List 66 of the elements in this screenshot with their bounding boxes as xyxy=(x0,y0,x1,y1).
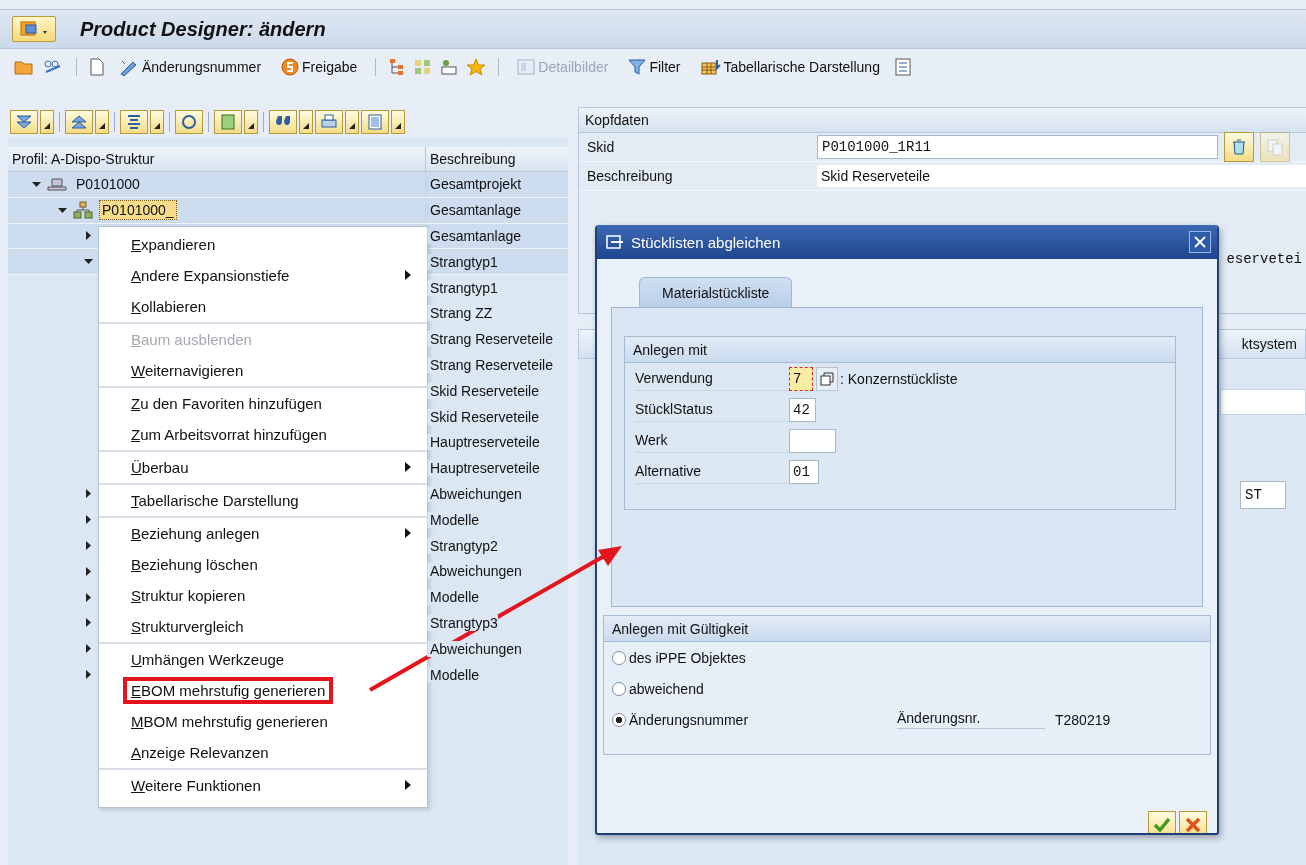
menu-item[interactable]: Weiternavigieren xyxy=(99,355,427,386)
toolbar-button[interactable]: Änderungsnummer xyxy=(113,58,268,76)
text-field[interactable]: P0101000_1R11 xyxy=(817,135,1218,159)
table-cell: Modelle xyxy=(427,589,480,606)
table-cell: Strangtyp1 xyxy=(427,279,498,296)
toolbar-button[interactable]: Freigabe xyxy=(275,58,364,76)
field-label: Skid xyxy=(587,139,616,155)
menu-item[interactable]: Kollabieren xyxy=(99,291,427,322)
column-header[interactable]: Profil: A-Dispo-Struktur xyxy=(8,147,426,171)
column-header[interactable]: Beschreibung xyxy=(426,147,568,171)
section-title: Kopfdaten xyxy=(585,112,649,128)
menu-item[interactable]: Überbau xyxy=(99,452,427,483)
menu-item[interactable]: Struktur kopieren xyxy=(99,580,427,611)
table-cell: Strang Reserveteile xyxy=(427,331,553,348)
table-cell: Strangtyp2 xyxy=(427,537,498,554)
radio-label[interactable]: des iPPE Objektes xyxy=(629,649,897,666)
window-title: Product Designer: ändern xyxy=(80,17,326,41)
table-cell: Gesamtprojekt xyxy=(427,176,522,193)
menu-item[interactable]: Zum Arbeitsvorrat hinzufügen xyxy=(99,419,427,450)
menu-item[interactable]: Beziehung anlegen xyxy=(99,518,427,549)
menu-item[interactable]: Strukturvergleich xyxy=(99,611,427,642)
table-cell: Gesamtanlage xyxy=(427,228,522,244)
table-cell: Abweichungen xyxy=(427,563,522,580)
field-value: T280219 xyxy=(1055,711,1111,728)
radio-label[interactable]: Änderungsnummer xyxy=(629,711,897,728)
menu-item[interactable]: MBOM mehrstufig generieren xyxy=(99,706,427,737)
table-cell: Strang ZZ xyxy=(427,305,493,322)
tab[interactable]: Materialstückliste xyxy=(639,277,793,307)
toolbar-button[interactable]: Filter xyxy=(622,58,687,76)
toolbar-button[interactable]: Tabellarische Darstellung xyxy=(694,58,886,76)
input-field[interactable]: 01 xyxy=(789,459,819,484)
menu-item[interactable]: Expandieren xyxy=(99,229,427,260)
input-field[interactable]: ST xyxy=(1240,481,1286,509)
dialog-title: Stücklisten abgleichen xyxy=(631,233,782,251)
table-cell: Modelle xyxy=(427,511,480,528)
menu-item[interactable]: Beziehung löschen xyxy=(99,549,427,580)
group-title: Anlegen mit Gültigkeit xyxy=(612,620,749,637)
text-fragment: eservetei xyxy=(1226,251,1302,267)
section-title: ktsystem xyxy=(1241,336,1297,352)
table-cell: Hauptreserveteile xyxy=(427,434,540,451)
table-cell: Skid Reserveteile xyxy=(427,408,539,425)
group-title: Anlegen mit xyxy=(633,341,707,358)
menu-item[interactable]: Tabellarische Darstellung xyxy=(99,485,427,516)
input-field[interactable]: 42 xyxy=(789,397,816,422)
table-cell: Strangtyp1 xyxy=(427,253,498,270)
table-cell: Skid Reserveteile xyxy=(427,382,539,399)
table-cell: Strangtyp3 xyxy=(427,614,498,631)
menu-item[interactable]: Zu den Favoriten hinzufügen xyxy=(99,388,427,419)
field-description: : Konzernstückliste xyxy=(840,370,958,387)
table-cell: Abweichungen xyxy=(427,640,522,657)
table-cell: Abweichungen xyxy=(427,485,522,502)
menu-item[interactable]: Andere Expansionstiefe xyxy=(99,260,427,291)
tree-node-label[interactable]: P0101000 xyxy=(73,174,143,195)
field-label: Beschreibung xyxy=(587,168,674,184)
tree-node-label[interactable]: P0101000_ xyxy=(99,200,177,221)
menu-item[interactable]: Anzeige Relevanzen xyxy=(99,737,427,768)
field-label: Änderungsnr. xyxy=(897,710,1045,729)
table-cell: Gesamtanlage xyxy=(427,202,522,219)
table-cell: Modelle xyxy=(427,666,480,683)
table-cell: Hauptreserveteile xyxy=(427,460,540,477)
menu-item[interactable]: Umhängen Werkzeuge xyxy=(99,644,427,675)
text-field[interactable]: Skid Reserveteile xyxy=(817,165,1306,187)
input-field[interactable]: 7 xyxy=(789,366,813,391)
menu-item[interactable]: Weitere Funktionen xyxy=(99,770,427,801)
table-cell: Strang Reserveteile xyxy=(427,356,553,373)
radio-label[interactable]: abweichend xyxy=(629,680,897,697)
